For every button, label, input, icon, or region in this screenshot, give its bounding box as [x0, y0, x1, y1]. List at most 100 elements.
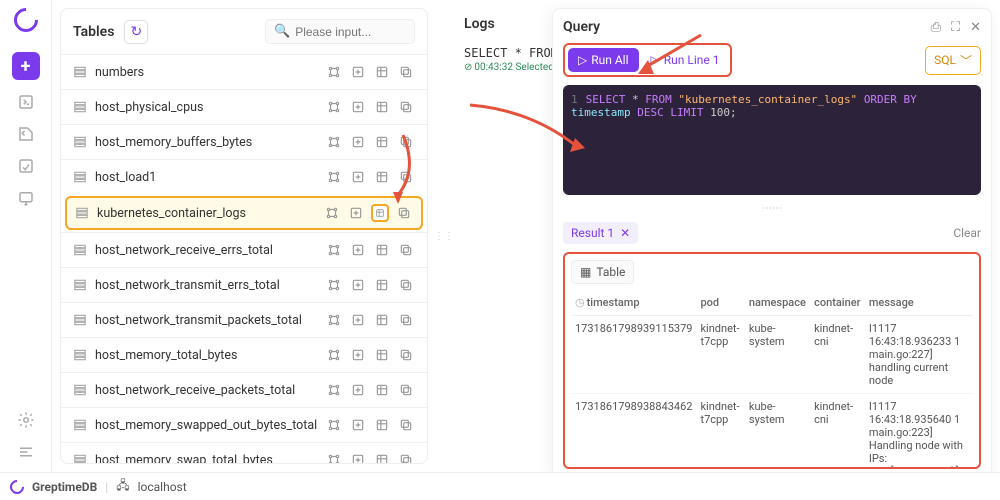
preview-icon[interactable]: [373, 98, 391, 116]
settings-nav-icon[interactable]: [16, 410, 36, 430]
table-row[interactable]: host_network_transmit_errs_total: [61, 267, 427, 302]
copy-icon[interactable]: [395, 204, 413, 222]
dashboard-nav-icon[interactable]: [16, 156, 36, 176]
schema-icon[interactable]: [325, 451, 343, 463]
tables-panel: Tables ↻ 🔍 numbershost_physical_cpushost…: [60, 8, 428, 464]
result-tab[interactable]: Result 1✕: [563, 222, 638, 244]
clear-button[interactable]: Clear: [953, 226, 981, 240]
preview-icon[interactable]: [373, 416, 391, 434]
footer-host[interactable]: localhost: [138, 480, 187, 494]
copy-icon[interactable]: [397, 451, 415, 463]
schema-icon[interactable]: [325, 381, 343, 399]
insert-icon[interactable]: [349, 63, 367, 81]
add-button[interactable]: +: [12, 52, 40, 80]
insert-icon[interactable]: [349, 451, 367, 463]
preview-icon[interactable]: [373, 346, 391, 364]
table-icon: [73, 100, 87, 114]
preview-icon[interactable]: [373, 451, 391, 463]
preview-icon[interactable]: [373, 381, 391, 399]
menu-nav-icon[interactable]: [16, 442, 36, 462]
table-name: host_network_transmit_errs_total: [95, 278, 317, 293]
insert-icon[interactable]: [347, 204, 365, 222]
table-row[interactable]: host_memory_total_bytes: [61, 337, 427, 372]
copy-icon[interactable]: [397, 63, 415, 81]
editor-resize-handle[interactable]: ⋯⋯: [563, 203, 981, 214]
insert-icon[interactable]: [349, 416, 367, 434]
table-row[interactable]: host_network_receive_errs_total: [61, 232, 427, 267]
schema-icon[interactable]: [325, 63, 343, 81]
preview-icon[interactable]: [373, 311, 391, 329]
schema-icon[interactable]: [325, 133, 343, 151]
cell-pod: kindnet-t7cpp: [696, 316, 744, 394]
copy-icon[interactable]: [397, 276, 415, 294]
table-row[interactable]: host_memory_swap_total_bytes: [61, 442, 427, 463]
monitor-nav-icon[interactable]: [16, 188, 36, 208]
table-row[interactable]: host_network_receive_packets_total: [61, 372, 427, 407]
cell-namespace: kube-system: [745, 316, 810, 394]
copy-icon[interactable]: [397, 311, 415, 329]
schema-icon[interactable]: [325, 241, 343, 259]
result-row[interactable]: 1731861798938843462kindnet-t7cppkube-sys…: [571, 394, 973, 470]
table-row[interactable]: numbers: [61, 54, 427, 89]
preview-icon[interactable]: [373, 168, 391, 186]
run-all-button[interactable]: ▷ Run All: [568, 48, 639, 72]
sql-editor[interactable]: 1SELECT * FROM "kubernetes_container_log…: [563, 85, 981, 195]
result-row[interactable]: 1731861798939115379kindnet-t7cppkube-sys…: [571, 316, 973, 394]
insert-icon[interactable]: [349, 133, 367, 151]
preview-icon[interactable]: [373, 241, 391, 259]
copy-icon[interactable]: [397, 168, 415, 186]
table-row[interactable]: host_network_transmit_packets_total: [61, 302, 427, 337]
schema-icon[interactable]: [325, 346, 343, 364]
copy-icon[interactable]: [397, 98, 415, 116]
schema-icon[interactable]: [325, 98, 343, 116]
table-row[interactable]: host_load1: [61, 159, 427, 194]
table-icon: [73, 418, 87, 432]
insert-icon[interactable]: [349, 241, 367, 259]
panel-resize-handle[interactable]: ⋮⋮: [440, 8, 448, 464]
col-timestamp[interactable]: ◷timestamp: [571, 290, 696, 316]
col-message[interactable]: message: [865, 290, 973, 316]
chevron-down-icon: ﹀: [960, 52, 972, 69]
schema-icon[interactable]: [325, 276, 343, 294]
close-result-icon[interactable]: ✕: [620, 226, 630, 240]
schema-icon[interactable]: [325, 168, 343, 186]
table-name: host_network_transmit_packets_total: [95, 313, 317, 328]
refresh-button[interactable]: ↻: [124, 20, 148, 44]
language-select[interactable]: SQL ﹀: [925, 46, 981, 75]
close-panel-icon[interactable]: ✕: [970, 20, 981, 35]
query-nav-icon[interactable]: [16, 92, 36, 112]
table-row[interactable]: host_memory_buffers_bytes: [61, 124, 427, 159]
insert-icon[interactable]: [349, 346, 367, 364]
tables-search[interactable]: 🔍: [265, 19, 415, 44]
preview-icon[interactable]: [373, 133, 391, 151]
copy-icon[interactable]: [397, 381, 415, 399]
copy-icon[interactable]: [397, 346, 415, 364]
insert-icon[interactable]: [349, 98, 367, 116]
table-view-tab[interactable]: ▦Table: [571, 260, 634, 284]
preview-icon[interactable]: [373, 276, 391, 294]
expand-icon[interactable]: ⛶: [951, 20, 960, 35]
save-query-icon[interactable]: ⎙: [931, 20, 941, 35]
table-row[interactable]: host_memory_swapped_out_bytes_total: [61, 407, 427, 442]
insert-icon[interactable]: [349, 381, 367, 399]
search-input[interactable]: [295, 25, 406, 39]
col-container[interactable]: container: [810, 290, 865, 316]
table-row[interactable]: kubernetes_container_logs: [65, 196, 423, 230]
preview-icon[interactable]: [373, 63, 391, 81]
insert-icon[interactable]: [349, 276, 367, 294]
preview-icon[interactable]: [371, 204, 389, 222]
table-row[interactable]: host_physical_cpus: [61, 89, 427, 124]
col-pod[interactable]: pod: [696, 290, 744, 316]
insert-icon[interactable]: [349, 311, 367, 329]
schema-icon[interactable]: [325, 311, 343, 329]
col-namespace[interactable]: namespace: [745, 290, 810, 316]
insert-icon[interactable]: [349, 168, 367, 186]
schema-icon[interactable]: [325, 416, 343, 434]
run-line-button[interactable]: ▷ Run Line 1: [643, 48, 728, 72]
copy-icon[interactable]: [397, 133, 415, 151]
schema-icon[interactable]: [323, 204, 341, 222]
copy-icon[interactable]: [397, 416, 415, 434]
brand-logo: [9, 3, 43, 37]
import-nav-icon[interactable]: [16, 124, 36, 144]
copy-icon[interactable]: [397, 241, 415, 259]
